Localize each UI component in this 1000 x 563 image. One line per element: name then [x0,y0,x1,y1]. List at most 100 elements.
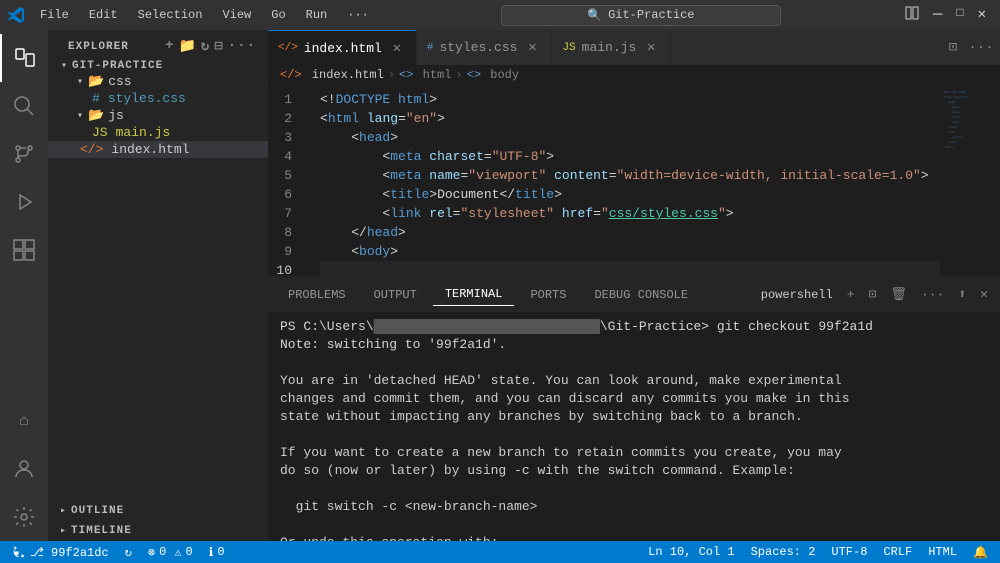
info-icon: ℹ [209,545,214,560]
explorer-activity-icon[interactable] [0,34,48,82]
account-activity-icon[interactable] [0,445,48,493]
maximize-button[interactable]: □ [956,6,963,24]
minimize-button[interactable]: ─ [933,6,943,24]
menu-bar: File Edit Selection View Go Run ··· [32,6,377,24]
status-language[interactable]: HTML [924,541,961,563]
sync-icon: ↻ [125,545,132,560]
status-branch[interactable]: ⎇ 99f2a1dc [8,541,113,563]
breadcrumb-file-icon: </> [280,68,302,82]
status-info-count[interactable]: ℹ 0 [205,541,229,563]
tab-close-styles-css[interactable]: ✕ [523,39,541,57]
breadcrumb-tag-icon: <> [399,68,413,82]
breadcrumb-file-label: index.html [312,68,384,82]
index-html-label: index.html [111,142,189,157]
status-sync[interactable]: ↻ [121,541,136,563]
css-file-icon: # [92,91,100,106]
tree-item-css-folder[interactable]: ▾ 📂 css [48,73,268,90]
sidebar-actions: + 📁 ↻ ⊟ ··· [165,38,256,55]
terminal-line-10 [280,480,988,498]
status-errors[interactable]: ⊗ 0 ⚠ 0 [144,541,197,563]
tab-terminal[interactable]: TERMINAL [433,283,515,306]
refresh-button[interactable]: ↻ [201,38,210,55]
tab-styles-css[interactable]: # styles.css ✕ [417,30,553,65]
terminal-tabs: PROBLEMS OUTPUT TERMINAL PORTS DEBUG CON… [268,277,1000,312]
menu-edit[interactable]: Edit [81,6,126,24]
collapse-button[interactable]: ⊟ [214,38,223,55]
status-position[interactable]: Ln 10, Col 1 [644,541,738,563]
tree-root[interactable]: ▾ GIT-PRACTICE [48,59,268,73]
line-ending-label: CRLF [883,545,912,559]
terminal-content[interactable]: PS C:\Users\████████████████████████████… [268,312,1000,541]
terminal-shell-label: powershell [757,288,837,302]
close-button[interactable]: ✕ [978,6,986,24]
extensions-activity-icon[interactable] [0,226,48,274]
breadcrumb-file[interactable]: </> index.html [280,68,384,82]
code-line-10[interactable] [320,261,940,276]
terminal-line-2: Note: switching to '99f2a1d'. [280,336,988,354]
menu-file[interactable]: File [32,6,77,24]
branch-label: ⎇ 99f2a1dc [30,545,109,560]
sidebar-header: EXPLORER + 📁 ↻ ⊟ ··· [48,30,268,59]
menu-view[interactable]: View [214,6,259,24]
editor-area: </> index.html ✕ # styles.css ✕ JS main.… [268,30,1000,541]
terminal-line-8: If you want to create a new branch to re… [280,444,988,462]
source-control-activity-icon[interactable] [0,130,48,178]
terminal-kill-button[interactable]: 🗑 [886,285,911,304]
tab-close-index-html[interactable]: ✕ [388,39,406,57]
settings-activity-icon[interactable] [0,493,48,541]
tree-item-index-html[interactable]: </> index.html [48,141,268,158]
outline-section[interactable]: ▸ OUTLINE [48,501,268,521]
debug-activity-icon[interactable] [0,178,48,226]
sidebar: EXPLORER + 📁 ↻ ⊟ ··· ▾ GIT-PRACTICE ▾ 📂 … [48,30,268,541]
more-actions-button[interactable]: ··· [228,38,256,55]
tree-item-js-folder[interactable]: ▾ 📂 js [48,107,268,124]
split-editor-button[interactable]: ⊡ [942,37,964,59]
new-terminal-button[interactable]: + [843,285,859,304]
breadcrumb-html-tag[interactable]: <> html [399,68,451,82]
menu-run[interactable]: Run [298,6,336,24]
line-numbers: 1 2 3 4 5 6 7 8 9 10 11 12 13 [268,86,308,276]
code-line-6: <title>Document</title> [320,185,940,204]
breadcrumb-body-tag[interactable]: <> body [467,68,519,82]
terminal-close-button[interactable]: ✕ [976,285,992,304]
search-activity-icon[interactable] [0,82,48,130]
tree-item-main-js[interactable]: JS main.js [48,124,268,141]
menu-selection[interactable]: Selection [130,6,211,24]
new-file-button[interactable]: + [165,38,174,55]
tabs-actions: ⊡ ··· [942,37,1000,59]
spaces-label: Spaces: 2 [751,545,816,559]
terminal-more-button[interactable]: ··· [917,285,948,304]
terminal-maximize-button[interactable]: ⬆ [954,285,970,304]
status-spaces[interactable]: Spaces: 2 [747,541,820,563]
layout-icon[interactable] [905,6,919,20]
tab-ports[interactable]: PORTS [518,284,578,306]
breadcrumb-sep-2: › [455,68,462,82]
tab-output[interactable]: OUTPUT [362,284,429,306]
tab-close-main-js[interactable]: ✕ [642,39,660,57]
tab-index-html[interactable]: </> index.html ✕ [268,30,417,65]
menu-more[interactable]: ··· [339,6,377,24]
tab-main-js[interactable]: JS main.js ✕ [552,30,671,65]
line-num-9: 9 [268,242,300,261]
timeline-section[interactable]: ▸ TIMELINE [48,521,268,541]
tree-item-styles-css[interactable]: # styles.css [48,90,268,107]
code-editor[interactable]: <!DOCTYPE html> <html lang="en"> <head> … [308,86,940,276]
search-text[interactable]: Git-Practice [608,8,694,22]
html-tab-icon: </> [278,42,298,54]
status-encoding[interactable]: UTF-8 [827,541,871,563]
tab-debug-console[interactable]: DEBUG CONSOLE [582,284,700,306]
status-notifications[interactable]: 🔔 [969,541,992,563]
menu-go[interactable]: Go [263,6,293,24]
terminal-split-button[interactable]: ⊡ [865,285,881,304]
status-line-ending[interactable]: CRLF [879,541,916,563]
breadcrumb-body-icon: <> [467,68,481,82]
tab-styles-css-label: styles.css [439,40,517,55]
root-folder-label: GIT-PRACTICE [72,60,163,72]
new-folder-button[interactable]: 📁 [178,38,196,55]
line-num-6: 6 [268,185,300,204]
remote-activity-icon[interactable]: ⌂ [0,397,48,445]
tab-problems[interactable]: PROBLEMS [276,284,358,306]
terminal-line-6: state without impacting any branches by … [280,408,988,426]
more-tabs-button[interactable]: ··· [970,37,992,59]
editor-content[interactable]: 1 2 3 4 5 6 7 8 9 10 11 12 13 <!DOCTYPE … [268,86,1000,276]
